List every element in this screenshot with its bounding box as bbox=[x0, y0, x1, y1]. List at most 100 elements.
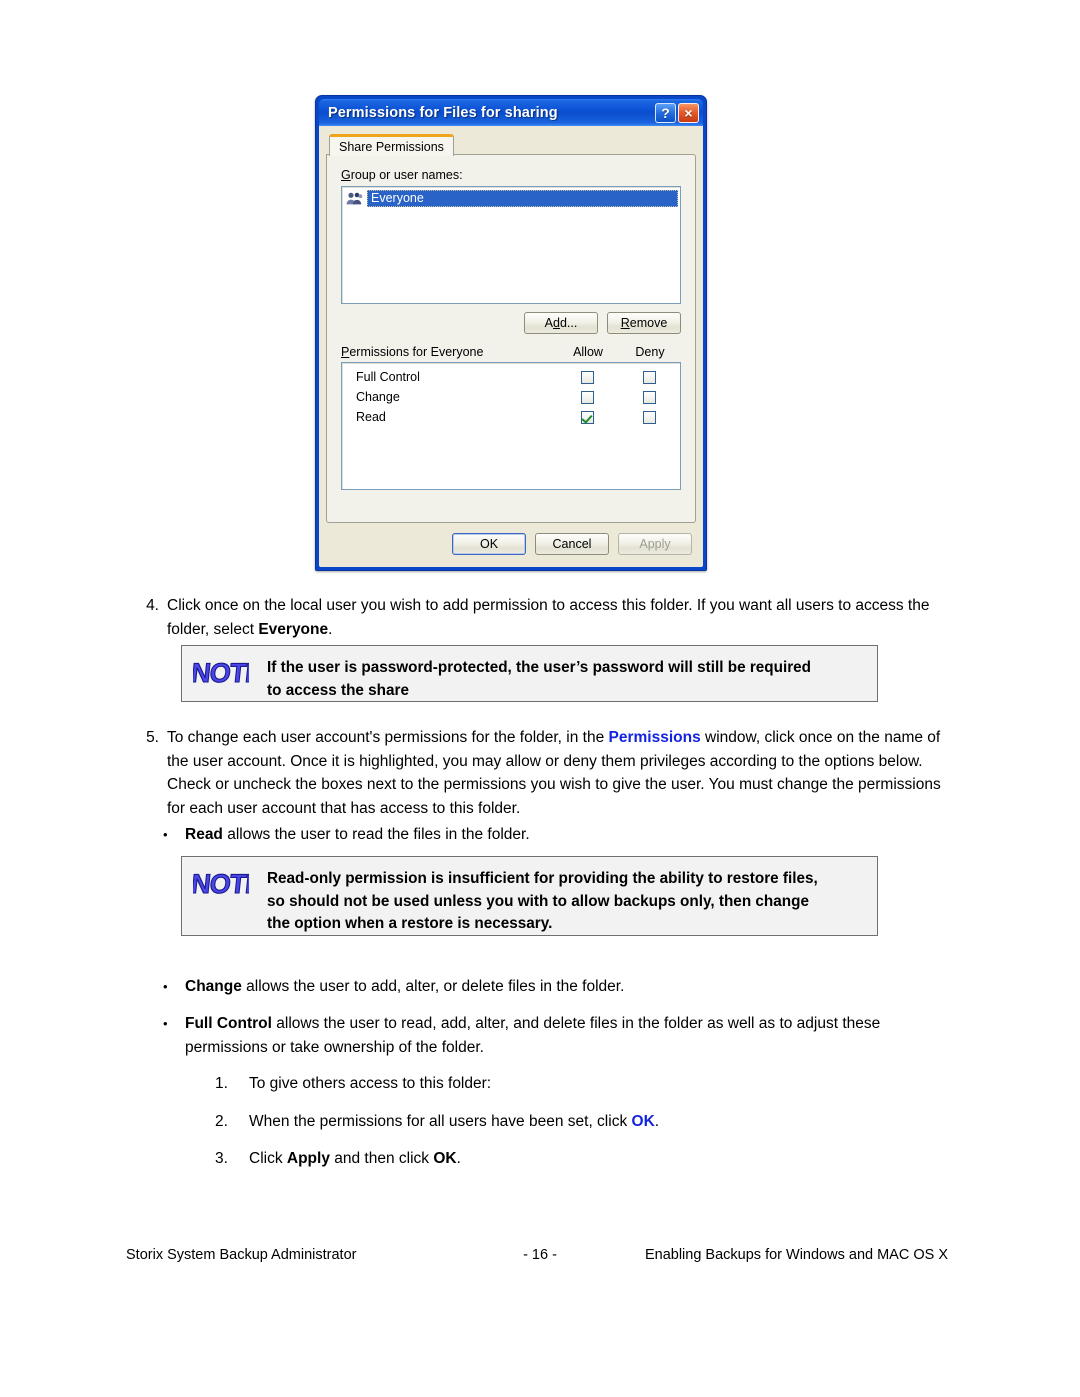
substep-2-text-a: When the permissions for all users have … bbox=[249, 1113, 632, 1130]
list-item-label: Everyone bbox=[367, 189, 678, 207]
cancel-button[interactable]: Cancel bbox=[535, 533, 609, 555]
add-label-mnemonic: d bbox=[553, 316, 560, 330]
note-box-1-line-1: If the user is password-protected, the u… bbox=[267, 659, 812, 676]
step-5: 5. To change each user account's permiss… bbox=[133, 726, 951, 820]
note-box-1-text: If the user is password-protected, the u… bbox=[267, 656, 811, 702]
step-5-number: 5. bbox=[146, 729, 159, 746]
note-box-1-line-2: to access the share bbox=[267, 681, 409, 699]
change-deny-checkbox[interactable] bbox=[642, 390, 656, 404]
column-header-allow: Allow bbox=[573, 345, 603, 359]
dialog-titlebar[interactable]: Permissions for Files for sharing ? × bbox=[319, 99, 703, 126]
substep-2-text: When the permissions for all users have … bbox=[249, 1110, 915, 1134]
step-5-text: To change each user account's permission… bbox=[167, 726, 951, 820]
close-icon[interactable]: × bbox=[678, 102, 699, 123]
permissions-list: Full Control Change Read bbox=[341, 362, 681, 490]
bullet-read: • Read allows the user to read the files… bbox=[163, 823, 923, 847]
remove-button[interactable]: Remove bbox=[607, 312, 681, 334]
substep-3-text-a: Click bbox=[249, 1150, 287, 1167]
bullet-change-bold: Change bbox=[185, 978, 242, 995]
bullet-dot-icon: • bbox=[163, 979, 168, 994]
svg-text:NOTE: NOTE bbox=[193, 868, 249, 899]
bullet-change-rest: allows the user to add, alter, or delete… bbox=[241, 978, 625, 995]
group-label-rest: roup or user names: bbox=[350, 168, 463, 182]
full-control-allow-checkbox[interactable] bbox=[580, 370, 594, 384]
step-4-text-c: . bbox=[328, 620, 333, 638]
read-allow-checkbox[interactable] bbox=[580, 410, 594, 424]
permissions-for-label: Permissions for Everyone bbox=[341, 345, 557, 359]
bullet-dot-icon: • bbox=[163, 827, 168, 842]
dialog-frame: Permissions for Files for sharing ? × Sh… bbox=[319, 99, 703, 567]
note-box-2: NOTE Read-only permission is insufficien… bbox=[181, 856, 878, 936]
svg-text:NOTE: NOTE bbox=[193, 657, 249, 688]
bullet-read-rest: allows the user to read the files in the… bbox=[222, 826, 530, 843]
substep-3-text-c: and then click bbox=[329, 1150, 434, 1167]
help-icon[interactable]: ? bbox=[655, 102, 676, 123]
step-4: 4. Click once on the local user you wish… bbox=[133, 594, 948, 641]
dialog-title: Permissions for Files for sharing bbox=[328, 104, 558, 121]
substep-1-number: 1. bbox=[215, 1075, 228, 1092]
allow-cell bbox=[556, 390, 618, 404]
read-deny-checkbox[interactable] bbox=[642, 410, 656, 424]
users-group-icon bbox=[346, 191, 363, 206]
bullet-full-control-bold: Full Control bbox=[185, 1015, 272, 1032]
permission-name: Read bbox=[356, 410, 386, 424]
step-4-text: Click once on the local user you wish to… bbox=[167, 594, 948, 641]
add-label-post: d... bbox=[559, 316, 578, 330]
table-row: Read bbox=[342, 407, 680, 427]
allow-cell bbox=[556, 370, 618, 384]
substep-1: 1. To give others access to this folder: bbox=[215, 1072, 915, 1096]
step-5-text-a: To change each user account's permission… bbox=[167, 729, 609, 746]
group-or-user-names-label: Group or user names: bbox=[341, 168, 681, 182]
table-row: Full Control bbox=[342, 367, 680, 387]
note-box-2-line-2: so should not be used unless you with to… bbox=[267, 892, 809, 910]
tab-share-permissions[interactable]: Share Permissions bbox=[329, 134, 454, 156]
bullet-read-text: Read allows the user to read the files i… bbox=[185, 823, 923, 847]
group-user-listbox[interactable]: Everyone bbox=[341, 186, 681, 304]
substep-2-link-ok: OK bbox=[631, 1113, 655, 1130]
deny-cell bbox=[618, 390, 680, 404]
remove-label-mnemonic: R bbox=[620, 316, 630, 330]
step-5-link-permissions: Permissions bbox=[608, 729, 701, 746]
list-actions: Ad d... Remove bbox=[341, 312, 681, 334]
permission-name: Full Control bbox=[356, 370, 420, 384]
substep-3-number: 3. bbox=[215, 1150, 228, 1167]
substep-1-text: To give others access to this folder: bbox=[249, 1075, 492, 1092]
substep-2: 2. When the permissions for all users ha… bbox=[215, 1110, 915, 1134]
tabstrip: Share Permissions bbox=[329, 133, 696, 156]
change-allow-checkbox[interactable] bbox=[580, 390, 594, 404]
titlebar-buttons: ? × bbox=[655, 102, 699, 123]
note-icon: NOTE bbox=[193, 867, 249, 901]
note-box-1: NOTE If the user is password-protected, … bbox=[181, 645, 878, 702]
bullet-read-bold: Read bbox=[185, 826, 223, 843]
note-box-2-line-3: the option when a restore is necessary. bbox=[267, 915, 553, 932]
permissions-table-header: Permissions for Everyone Allow Deny bbox=[341, 345, 681, 359]
footer-right: Enabling Backups for Windows and MAC OS … bbox=[644, 1247, 948, 1263]
substep-3-bold-apply: Apply bbox=[286, 1150, 330, 1167]
substep-2-text-c: . bbox=[654, 1113, 660, 1130]
step-4-number: 4. bbox=[146, 597, 159, 614]
substep-3-text-e: . bbox=[456, 1150, 461, 1167]
substep-2-number: 2. bbox=[215, 1113, 228, 1130]
permissions-label-rest: ermissions for Everyone bbox=[349, 345, 484, 359]
substep-3-text: Click Apply and then click OK. bbox=[249, 1147, 915, 1171]
group-label-mnemonic: G bbox=[341, 168, 351, 182]
add-label-pre: A bbox=[544, 316, 553, 330]
full-control-deny-checkbox[interactable] bbox=[642, 370, 656, 384]
step-4-bold-everyone: Everyone bbox=[258, 620, 329, 638]
bullet-change: • Change allows the user to add, alter, … bbox=[163, 975, 923, 999]
table-row: Change bbox=[342, 387, 680, 407]
ok-button[interactable]: OK bbox=[452, 533, 526, 555]
note-box-2-text: Read-only permission is insufficient for… bbox=[267, 867, 818, 936]
remove-label-post: emove bbox=[629, 316, 668, 330]
bullet-full-control: • Full Control allows the user to read, … bbox=[163, 1012, 953, 1059]
bullet-full-control-rest: allows the user to read, add, alter, and… bbox=[185, 1015, 881, 1056]
permissions-dialog: Permissions for Files for sharing ? × Sh… bbox=[315, 95, 707, 571]
list-item[interactable]: Everyone bbox=[344, 189, 678, 207]
substep-3: 3. Click Apply and then click OK. bbox=[215, 1147, 915, 1171]
bullet-dot-icon: • bbox=[163, 1016, 168, 1031]
column-header-deny: Deny bbox=[635, 345, 665, 359]
deny-cell bbox=[618, 370, 680, 384]
add-button[interactable]: Ad d... bbox=[524, 312, 598, 334]
share-permissions-panel: Group or user names: Everyone A d d... R… bbox=[326, 154, 696, 523]
substep-3-bold-ok: OK bbox=[433, 1150, 457, 1167]
